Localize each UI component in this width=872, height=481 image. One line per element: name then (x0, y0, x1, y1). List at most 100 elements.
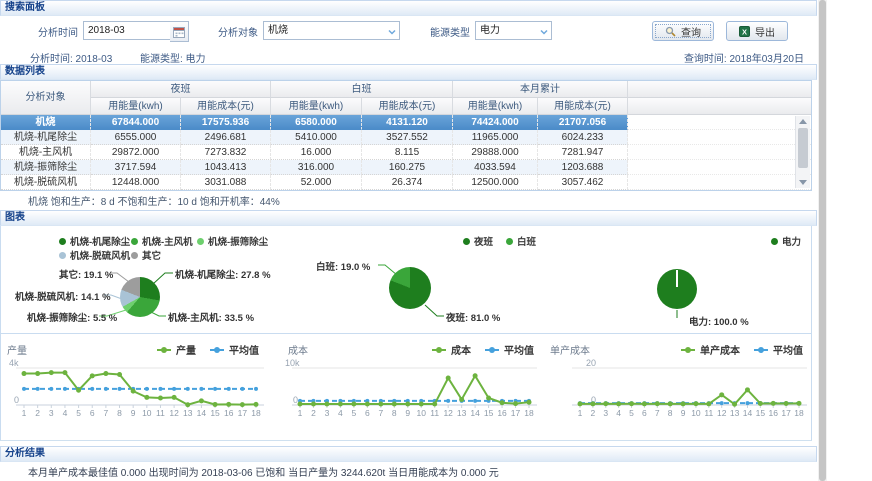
table-section-title: 数据列表 (5, 66, 45, 77)
value-cell[interactable]: 1043.413 (181, 160, 271, 175)
row-name-cell[interactable]: 机烧-振筛除尘 (1, 160, 91, 175)
page-scrollbar[interactable] (818, 0, 827, 481)
col-group-month[interactable]: 本月累计 (453, 81, 628, 98)
table-row[interactable]: 机烧-脱硫风机12448.0003031.08852.00026.3741250… (1, 175, 811, 190)
svg-text:9: 9 (681, 408, 686, 418)
svg-text:13: 13 (730, 408, 740, 418)
analysis-object-select[interactable]: 机烧 (263, 21, 400, 40)
svg-text:10: 10 (417, 408, 427, 418)
value-cell[interactable]: 67844.000 (91, 115, 181, 130)
col-header-energy[interactable]: 用能量(kwh) (453, 98, 538, 115)
value-cell[interactable]: 17575.936 (181, 115, 271, 130)
line-plot: 123456789101112131415161718 (3, 354, 281, 424)
value-cell[interactable]: 6580.000 (271, 115, 362, 130)
table-row[interactable]: 机烧-振筛除尘3717.5941043.413316.000160.275403… (1, 160, 811, 175)
col-group-day[interactable]: 白班 (271, 81, 453, 98)
value-cell[interactable]: 7273.832 (181, 145, 271, 160)
value-cell[interactable]: 7281.947 (538, 145, 628, 160)
scroll-thumb[interactable] (798, 128, 808, 168)
col-header-cost[interactable]: 用能成本(元) (538, 98, 628, 115)
svg-text:11: 11 (704, 408, 713, 418)
row-filler (628, 175, 811, 190)
analysis-time-value: 2018-03 (88, 25, 125, 36)
svg-text:12: 12 (717, 408, 727, 418)
col-header-object[interactable]: 分析对象 (1, 81, 91, 115)
row-name-cell[interactable]: 机烧-脱硫风机 (1, 175, 91, 190)
value-cell[interactable]: 12500.000 (453, 175, 538, 190)
table-row[interactable]: 机烧-主风机29872.0007273.83216.0008.11529888.… (1, 145, 811, 160)
energy-type-label: 能源类型 (430, 24, 470, 39)
main-content: 搜索面板 分析时间 2018-03 分析对象 机烧 能源类型 电力 (0, 0, 813, 481)
analysis-time-input[interactable]: 2018-03 (83, 21, 171, 40)
value-cell[interactable]: 316.000 (271, 160, 362, 175)
page-scrollbar-thumb[interactable] (819, 0, 826, 481)
value-cell[interactable]: 29872.000 (91, 145, 181, 160)
value-cell[interactable]: 6024.233 (538, 130, 628, 145)
row-name-cell[interactable]: 机烧 (1, 115, 91, 130)
col-header-cost[interactable]: 用能成本(元) (362, 98, 453, 115)
search-form: 分析时间 2018-03 分析对象 机烧 能源类型 电力 (0, 16, 812, 48)
row-name-cell[interactable]: 机烧-机尾除尘 (1, 130, 91, 145)
energy-type-value: 电力 (480, 25, 500, 36)
value-cell[interactable]: 6555.000 (91, 130, 181, 145)
col-header-cost[interactable]: 用能成本(元) (181, 98, 271, 115)
value-cell[interactable]: 12448.000 (91, 175, 181, 190)
table-scrollbar[interactable] (795, 116, 810, 188)
value-cell[interactable]: 16.000 (271, 145, 362, 160)
value-cell[interactable]: 8.115 (362, 145, 453, 160)
scroll-down-button[interactable] (798, 178, 808, 187)
table-row[interactable]: 机烧-机尾除尘6555.0002496.6815410.0003527.5521… (1, 130, 811, 145)
svg-text:6: 6 (90, 408, 95, 418)
col-header-energy[interactable]: 用能量(kwh) (91, 98, 181, 115)
value-cell[interactable]: 4033.594 (453, 160, 538, 175)
chevron-down-icon (388, 29, 396, 35)
svg-text:4: 4 (616, 408, 621, 418)
value-cell[interactable]: 11965.000 (453, 130, 538, 145)
value-cell[interactable]: 3031.088 (181, 175, 271, 190)
col-group-filler (628, 81, 811, 98)
value-cell[interactable]: 3717.594 (91, 160, 181, 175)
search-panel-title: 搜索面板 (5, 2, 45, 13)
export-button[interactable]: X 导出 (726, 21, 788, 41)
line-plot: 123456789101112131415161718 (546, 354, 811, 424)
line-marker-icon (681, 349, 695, 351)
value-cell[interactable]: 2496.681 (181, 130, 271, 145)
svg-text:11: 11 (156, 408, 165, 418)
value-cell[interactable]: 1203.688 (538, 160, 628, 175)
value-cell[interactable]: 52.000 (271, 175, 362, 190)
excel-icon: X (739, 26, 750, 37)
value-cell[interactable]: 29888.000 (453, 145, 538, 160)
pie-charts-panel: 机烧-机尾除尘 机烧-主风机 机烧-振筛除尘 机烧-脱硫风机 其它 夜班 白班 … (0, 226, 812, 334)
value-cell[interactable]: 160.275 (362, 160, 453, 175)
svg-text:12: 12 (443, 408, 453, 418)
triangle-up-icon (799, 119, 807, 124)
col-group-night[interactable]: 夜班 (91, 81, 271, 98)
value-cell[interactable]: 3057.462 (538, 175, 628, 190)
value-cell[interactable]: 21707.056 (538, 115, 628, 130)
export-button-label: 导出 (755, 24, 775, 39)
search-icon (665, 26, 676, 37)
svg-text:13: 13 (457, 408, 467, 418)
row-filler (628, 115, 811, 130)
energy-type-select[interactable]: 电力 (475, 21, 552, 40)
value-cell[interactable]: 3527.552 (362, 130, 453, 145)
line-marker-icon (210, 349, 224, 351)
row-name-cell[interactable]: 机烧-主风机 (1, 145, 91, 160)
svg-text:1: 1 (298, 408, 303, 418)
date-picker-button[interactable] (170, 21, 189, 42)
svg-text:7: 7 (655, 408, 660, 418)
table-row[interactable]: 机烧67844.00017575.9366580.0004131.1207442… (1, 115, 811, 130)
value-cell[interactable]: 26.374 (362, 175, 453, 190)
analysis-result-text: 本月单产成本最佳值 0.000 出现时间为 2018-03-06 已饱和 当日产… (28, 464, 499, 479)
svg-text:15: 15 (484, 408, 494, 418)
scroll-up-button[interactable] (798, 117, 808, 126)
col-header-energy[interactable]: 用能量(kwh) (271, 98, 362, 115)
summary-row: 分析时间: 2018-03 能源类型: 电力 查询时间: 2018年03月20日 (0, 50, 812, 64)
line-chart-production: 产量 产量 平均值 4k 0 1234567891011121314151617… (3, 334, 281, 434)
svg-text:18: 18 (794, 408, 804, 418)
value-cell[interactable]: 74424.000 (453, 115, 538, 130)
value-cell[interactable]: 5410.000 (271, 130, 362, 145)
triangle-down-icon (799, 180, 807, 185)
value-cell[interactable]: 4131.120 (362, 115, 453, 130)
query-button[interactable]: 查询 (652, 21, 714, 41)
